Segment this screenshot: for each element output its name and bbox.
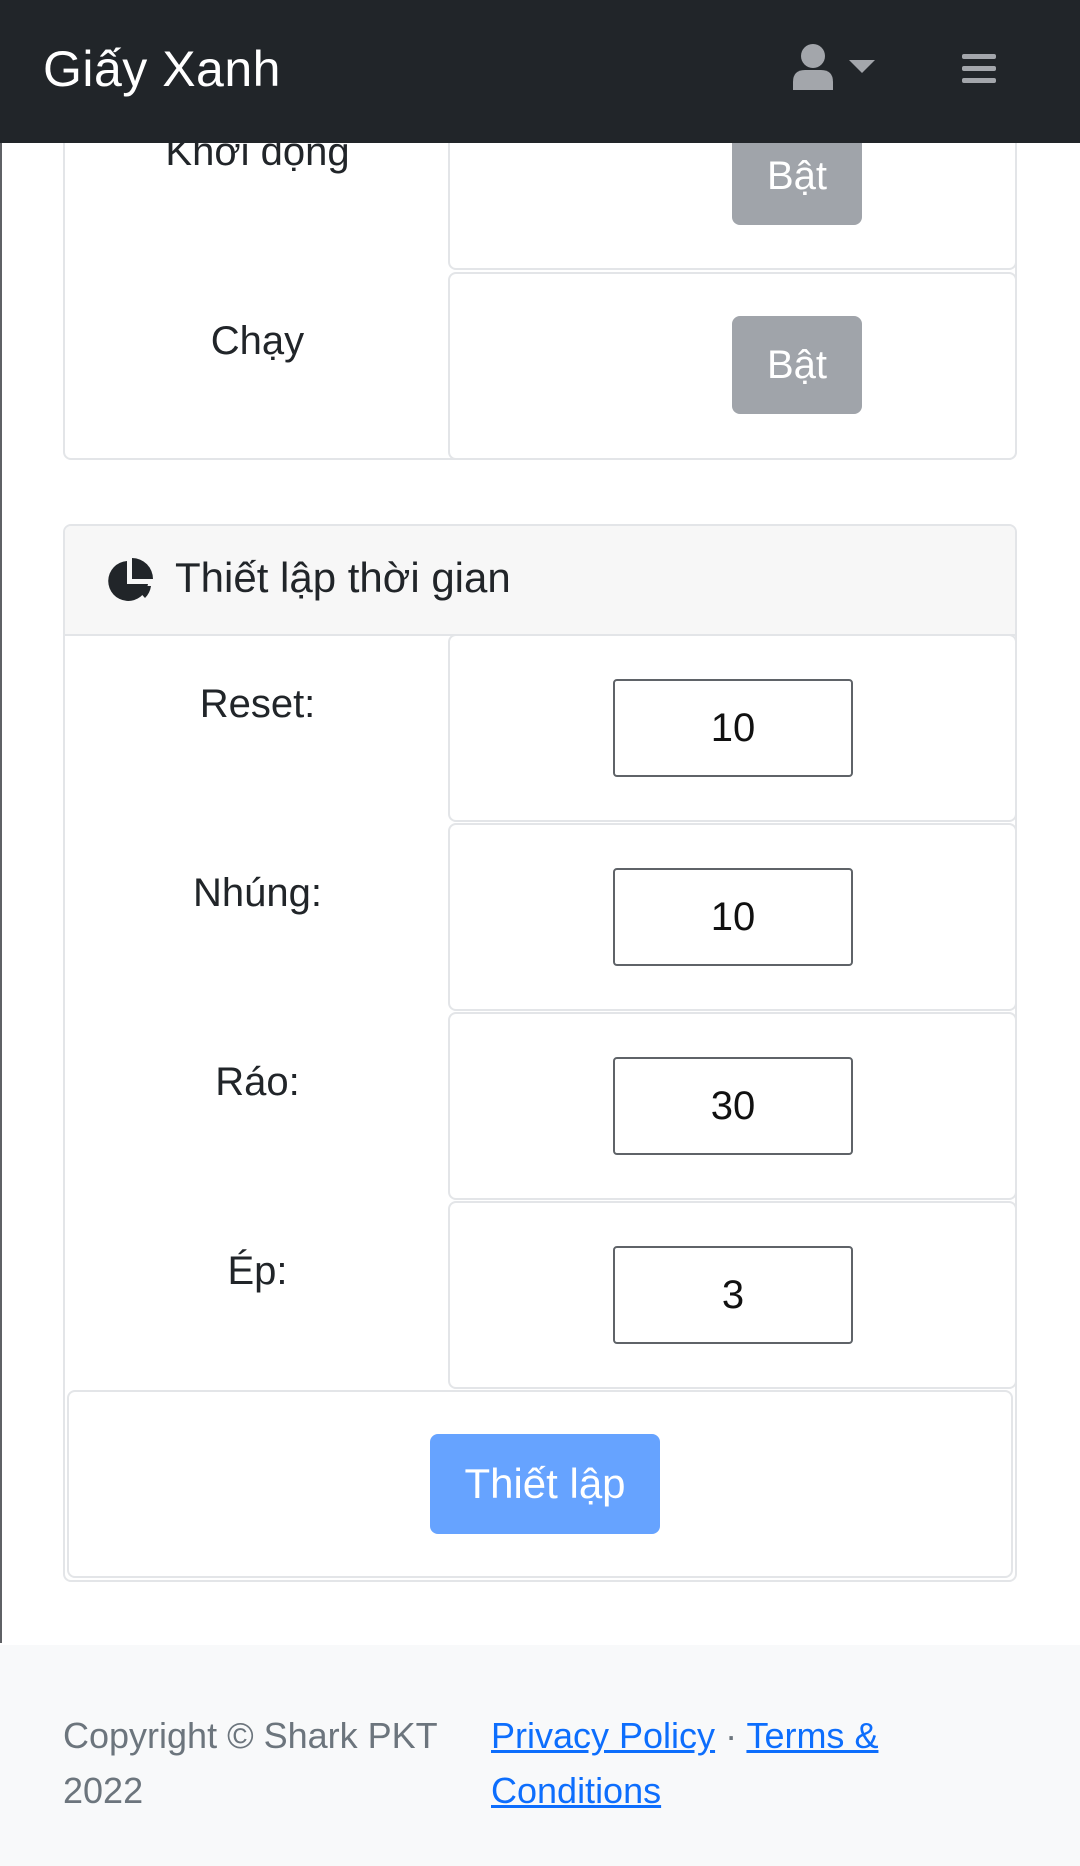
field-row-drain: Ráo: bbox=[65, 1012, 1017, 1202]
control-label-run: Chạy bbox=[210, 319, 305, 363]
reset-input[interactable] bbox=[613, 679, 853, 777]
apply-settings-button[interactable]: Thiết lập bbox=[430, 1434, 660, 1534]
field-row-dip: Nhúng: bbox=[65, 823, 1017, 1013]
control-row-run: Chạy Bật bbox=[65, 272, 1017, 462]
pie-chart-icon bbox=[108, 558, 153, 601]
copyright-text: Copyright © Shark PKT 2022 bbox=[63, 1715, 438, 1811]
field-cell-press bbox=[448, 1201, 1017, 1389]
field-label-drain: Ráo: bbox=[215, 1060, 300, 1104]
field-cell-reset bbox=[448, 634, 1017, 822]
field-label-dip: Nhúng: bbox=[193, 871, 322, 915]
field-cell-drain bbox=[448, 1012, 1017, 1200]
press-input[interactable] bbox=[613, 1246, 853, 1344]
field-label-press: Ép: bbox=[227, 1249, 288, 1293]
drain-input[interactable] bbox=[613, 1057, 853, 1155]
field-label-reset: Reset: bbox=[199, 682, 316, 726]
field-row-press: Ép: bbox=[65, 1201, 1017, 1391]
submit-cell: Thiết lập bbox=[67, 1390, 1013, 1578]
privacy-policy-link[interactable]: Privacy Policy bbox=[491, 1715, 715, 1756]
dip-input[interactable] bbox=[613, 868, 853, 966]
caret-down-icon bbox=[849, 60, 875, 73]
navbar: Giấy Xanh bbox=[0, 0, 1080, 143]
control-cell-run: Bật bbox=[448, 272, 1017, 460]
field-cell-dip bbox=[448, 823, 1017, 1011]
brand-title[interactable]: Giấy Xanh bbox=[43, 40, 281, 98]
footer-separator: · bbox=[725, 1715, 738, 1756]
card-title: Thiết lập thời gian bbox=[175, 554, 511, 601]
user-icon bbox=[793, 44, 833, 90]
card-header: Thiết lập thời gian bbox=[65, 526, 1015, 636]
timer-settings-card: Thiết lập thời gian Reset: Nhúng: Ráo: É… bbox=[63, 524, 1017, 1582]
footer-links: Privacy Policy · Terms & Conditions bbox=[491, 1708, 941, 1818]
hamburger-icon[interactable] bbox=[960, 50, 998, 88]
run-on-button[interactable]: Bật bbox=[732, 316, 862, 414]
footer: Copyright © Shark PKT 2022 Privacy Polic… bbox=[0, 1645, 1080, 1866]
field-row-reset: Reset: bbox=[65, 634, 1017, 824]
page-edge bbox=[0, 143, 2, 1643]
user-menu-dropdown[interactable] bbox=[793, 44, 883, 94]
